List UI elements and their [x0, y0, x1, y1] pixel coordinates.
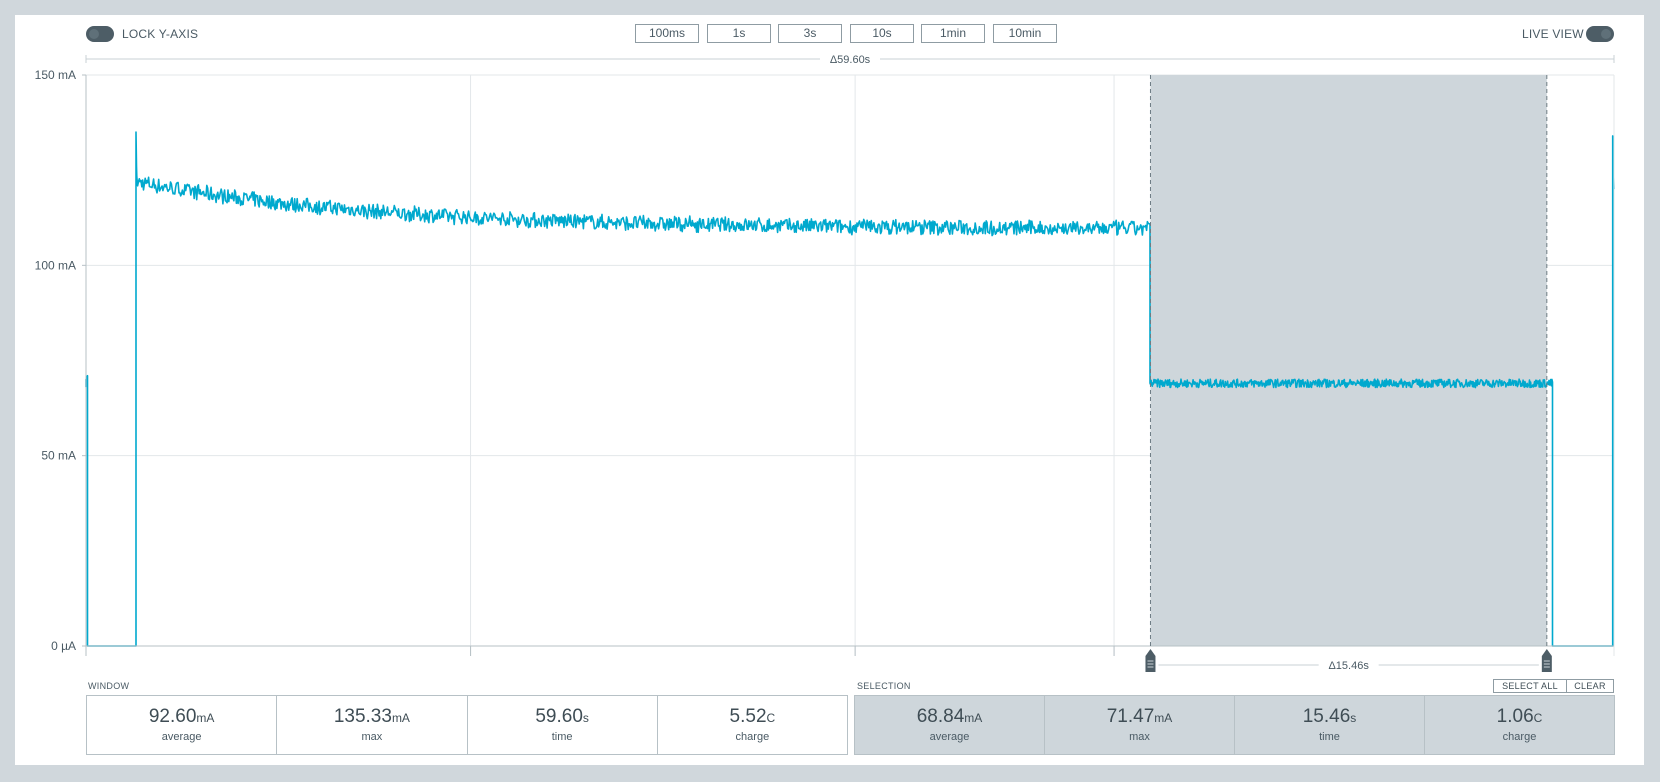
window-charge-unit: C: [766, 711, 776, 725]
selection-average-caption: average: [929, 731, 970, 743]
y-tick-label: 50 mA: [41, 449, 76, 463]
window-span-label: Δ59.60s: [830, 54, 871, 66]
window-stats-label: WINDOW: [88, 681, 130, 691]
window-time-stat: 59.60s time: [468, 696, 658, 754]
selection-stats: 68.84mA average 71.47mA max 15.46s time …: [854, 695, 1615, 755]
current-chart[interactable]: 150 mA 100 mA 50 mA 0 µA Δ59.60s Δ15.46s: [0, 0, 1660, 690]
selection-average-stat: 68.84mA average: [855, 696, 1045, 754]
selection-charge-unit: C: [1533, 711, 1543, 725]
y-tick-label: 150 mA: [35, 68, 76, 82]
selection-handle[interactable]: [1145, 649, 1156, 672]
window-time-value: 59.60: [535, 706, 583, 727]
selection-region[interactable]: [1150, 75, 1547, 646]
window-average-caption: average: [161, 731, 202, 743]
select-all-button[interactable]: SELECT ALL: [1493, 679, 1567, 693]
window-max-stat: 135.33mA max: [277, 696, 468, 754]
window-max-caption: max: [361, 731, 383, 743]
window-average-stat: 92.60mA average: [87, 696, 278, 754]
selection-max-value: 71.47: [1106, 706, 1155, 727]
window-charge-caption: charge: [735, 731, 770, 743]
selection-stats-label: SELECTION: [857, 681, 911, 691]
selection-time-unit: s: [1350, 711, 1357, 725]
window-time-caption: time: [551, 731, 573, 743]
y-tick-label: 100 mA: [35, 258, 76, 272]
window-time-unit: s: [582, 711, 589, 725]
selection-charge-stat: 1.06C charge: [1425, 696, 1614, 754]
selection-handle[interactable]: [1541, 649, 1552, 672]
clear-selection-button[interactable]: CLEAR: [1566, 679, 1614, 693]
selection-max-caption: max: [1129, 731, 1150, 743]
selection-time-value: 15.46: [1302, 706, 1351, 727]
window-max-unit: mA: [391, 711, 410, 725]
selection-average-value: 68.84: [916, 706, 965, 727]
selection-max-stat: 71.47mA max: [1045, 696, 1235, 754]
window-average-value: 92.60: [148, 706, 197, 727]
window-charge-stat: 5.52C charge: [658, 696, 847, 754]
selection-charge-value: 1.06: [1496, 706, 1534, 727]
selection-span-label: Δ15.46s: [1328, 660, 1369, 672]
y-tick-label: 0 µA: [51, 639, 76, 653]
window-average-unit: mA: [196, 711, 215, 725]
selection-charge-caption: charge: [1502, 731, 1537, 743]
selection-time-caption: time: [1319, 731, 1340, 743]
window-max-value: 135.33: [333, 706, 392, 727]
window-charge-value: 5.52: [729, 706, 767, 727]
selection-max-unit: mA: [1154, 711, 1173, 725]
window-stats: 92.60mA average 135.33mA max 59.60s time…: [86, 695, 848, 755]
selection-average-unit: mA: [964, 711, 983, 725]
selection-time-stat: 15.46s time: [1235, 696, 1425, 754]
